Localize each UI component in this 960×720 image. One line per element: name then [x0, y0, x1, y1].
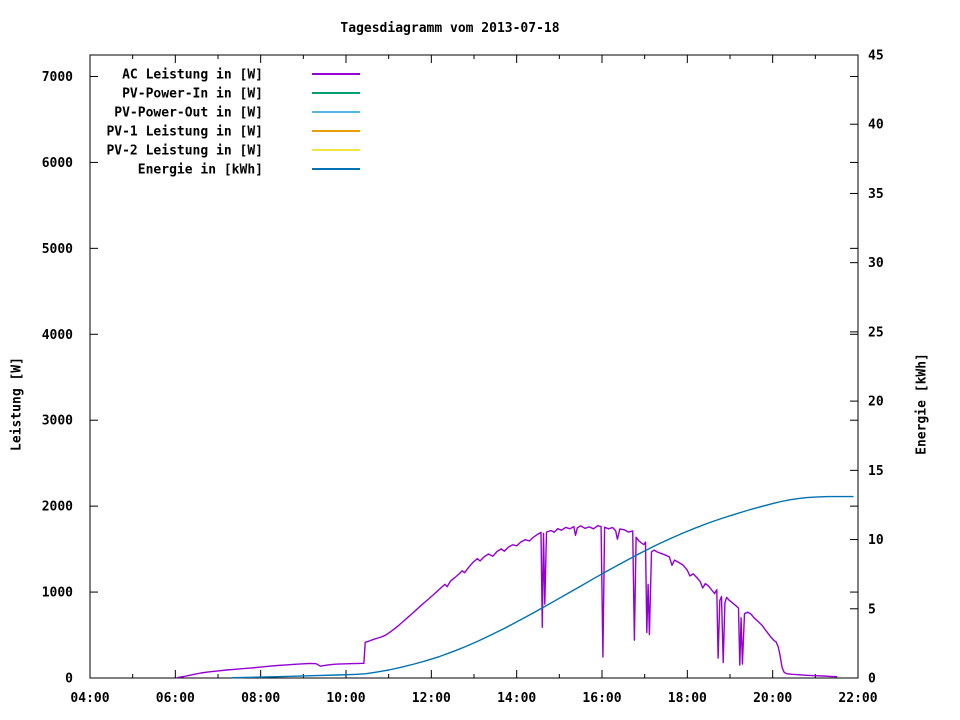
x-axis-tick-label: 06:00	[156, 691, 195, 706]
y-right-tick-label: 30	[868, 256, 884, 271]
y-right-tick-label: 15	[868, 464, 884, 479]
legend-label: PV-1 Leistung in [W]	[106, 125, 263, 140]
x-axis-tick-label: 20:00	[753, 691, 792, 706]
y-left-tick-label: 0	[65, 672, 73, 687]
y-left-tick-label: 4000	[42, 328, 73, 343]
y-right-tick-label: 20	[868, 395, 884, 410]
legend-label: PV-Power-Out in [W]	[114, 106, 263, 121]
y-right-tick-label: 45	[868, 49, 884, 64]
y-left-tick-label: 2000	[42, 500, 73, 515]
x-axis-tick-label: 22:00	[838, 691, 877, 706]
legend-label: PV-Power-In in [W]	[122, 87, 263, 102]
y-right-tick-label: 5	[868, 602, 876, 617]
y-right-tick-label: 35	[868, 187, 884, 202]
x-axis-tick-label: 10:00	[326, 691, 365, 706]
y-left-tick-label: 1000	[42, 586, 73, 601]
x-axis-tick-label: 14:00	[497, 691, 536, 706]
x-axis-tick-label: 12:00	[412, 691, 451, 706]
y-left-tick-label: 7000	[42, 70, 73, 85]
x-axis-tick-label: 16:00	[582, 691, 621, 706]
y-left-tick-label: 5000	[42, 242, 73, 257]
y-right-tick-label: 40	[868, 118, 884, 133]
legend-label: AC Leistung in [W]	[122, 68, 263, 83]
daily-pv-chart: Tagesdiagramm vom 2013-07-18 Leistung [W…	[0, 0, 960, 720]
series-ac-leistung	[176, 525, 838, 679]
y-right-tick-label: 10	[868, 533, 884, 548]
y-right-tick-label: 0	[868, 672, 876, 687]
x-axis-tick-label: 18:00	[668, 691, 707, 706]
y-left-tick-label: 3000	[42, 414, 73, 429]
y-right-tick-label: 25	[868, 325, 884, 340]
x-axis-tick-label: 08:00	[241, 691, 280, 706]
plot-area: 04:00 06:00 08:00 10:00 12:00 14:00 16:00 18:00…	[42, 49, 884, 707]
y-left-tick-label: 6000	[42, 156, 73, 171]
legend-label: PV-2 Leistung in [W]	[106, 144, 263, 159]
x-axis-tick-label: 04:00	[70, 691, 109, 706]
legend-label: Energie in [kWh]	[138, 163, 263, 178]
